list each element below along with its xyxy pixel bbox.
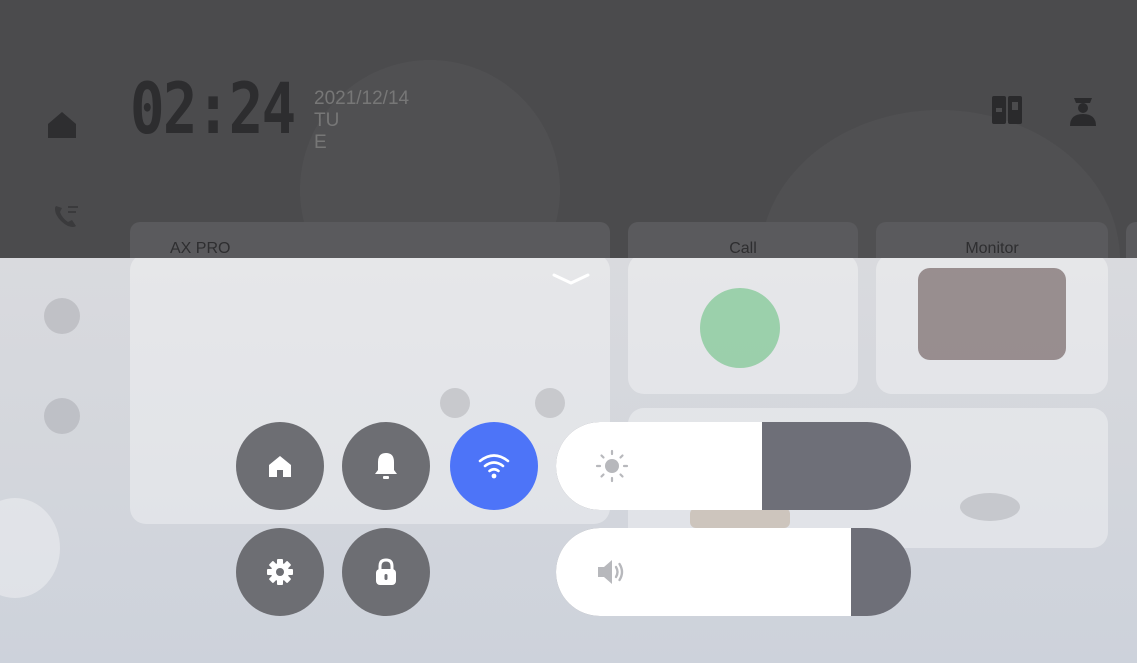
background-icon bbox=[44, 398, 80, 434]
background-icon bbox=[44, 298, 80, 334]
background-strip bbox=[690, 508, 790, 528]
guard-icon[interactable] bbox=[1066, 92, 1100, 128]
home-icon[interactable] bbox=[44, 106, 80, 142]
wifi-icon bbox=[478, 454, 510, 479]
card-label: Monitor bbox=[965, 240, 1019, 257]
card-label: Call bbox=[729, 240, 757, 257]
collapse-chevron-icon[interactable] bbox=[548, 268, 594, 288]
background-icon bbox=[960, 493, 1020, 521]
date-line: 2021/12/14 bbox=[314, 88, 410, 109]
door-panel-icon[interactable] bbox=[990, 92, 1024, 128]
clock-date: 2021/12/14 TU E bbox=[314, 88, 409, 154]
background-call-glyph bbox=[700, 288, 780, 368]
settings-button[interactable] bbox=[236, 528, 324, 616]
alarm-button[interactable] bbox=[342, 422, 430, 510]
bell-icon bbox=[375, 453, 397, 479]
weekday-line-cont: E bbox=[314, 132, 327, 153]
card-label: AX PRO bbox=[170, 240, 231, 257]
lock-icon bbox=[376, 558, 396, 585]
status-area: 02:24 2021/12/14 TU E AX PRO Call Monito… bbox=[0, 0, 1137, 258]
clock-time: 02:24 bbox=[130, 68, 296, 150]
home-icon bbox=[269, 456, 291, 477]
card-partial bbox=[1126, 222, 1137, 258]
weekday-line: TU bbox=[314, 110, 340, 131]
speaker-icon bbox=[598, 560, 624, 584]
background-blob bbox=[0, 498, 60, 598]
card-monitor[interactable]: Monitor bbox=[876, 222, 1108, 258]
card-call[interactable]: Call bbox=[628, 222, 858, 258]
background-icon bbox=[440, 388, 470, 418]
gear-icon bbox=[267, 559, 293, 585]
lock-button[interactable] bbox=[342, 528, 430, 616]
background-icon bbox=[535, 388, 565, 418]
sun-icon bbox=[595, 449, 629, 483]
call-log-icon[interactable] bbox=[50, 200, 82, 232]
card-ax-pro[interactable]: AX PRO bbox=[130, 222, 610, 258]
volume-slider[interactable] bbox=[556, 528, 911, 616]
home-mode-button[interactable] bbox=[236, 422, 324, 510]
background-monitor-preview bbox=[918, 268, 1066, 360]
brightness-slider[interactable] bbox=[556, 422, 911, 510]
brightness-slider-fill bbox=[556, 422, 762, 510]
wifi-button[interactable] bbox=[450, 422, 538, 510]
